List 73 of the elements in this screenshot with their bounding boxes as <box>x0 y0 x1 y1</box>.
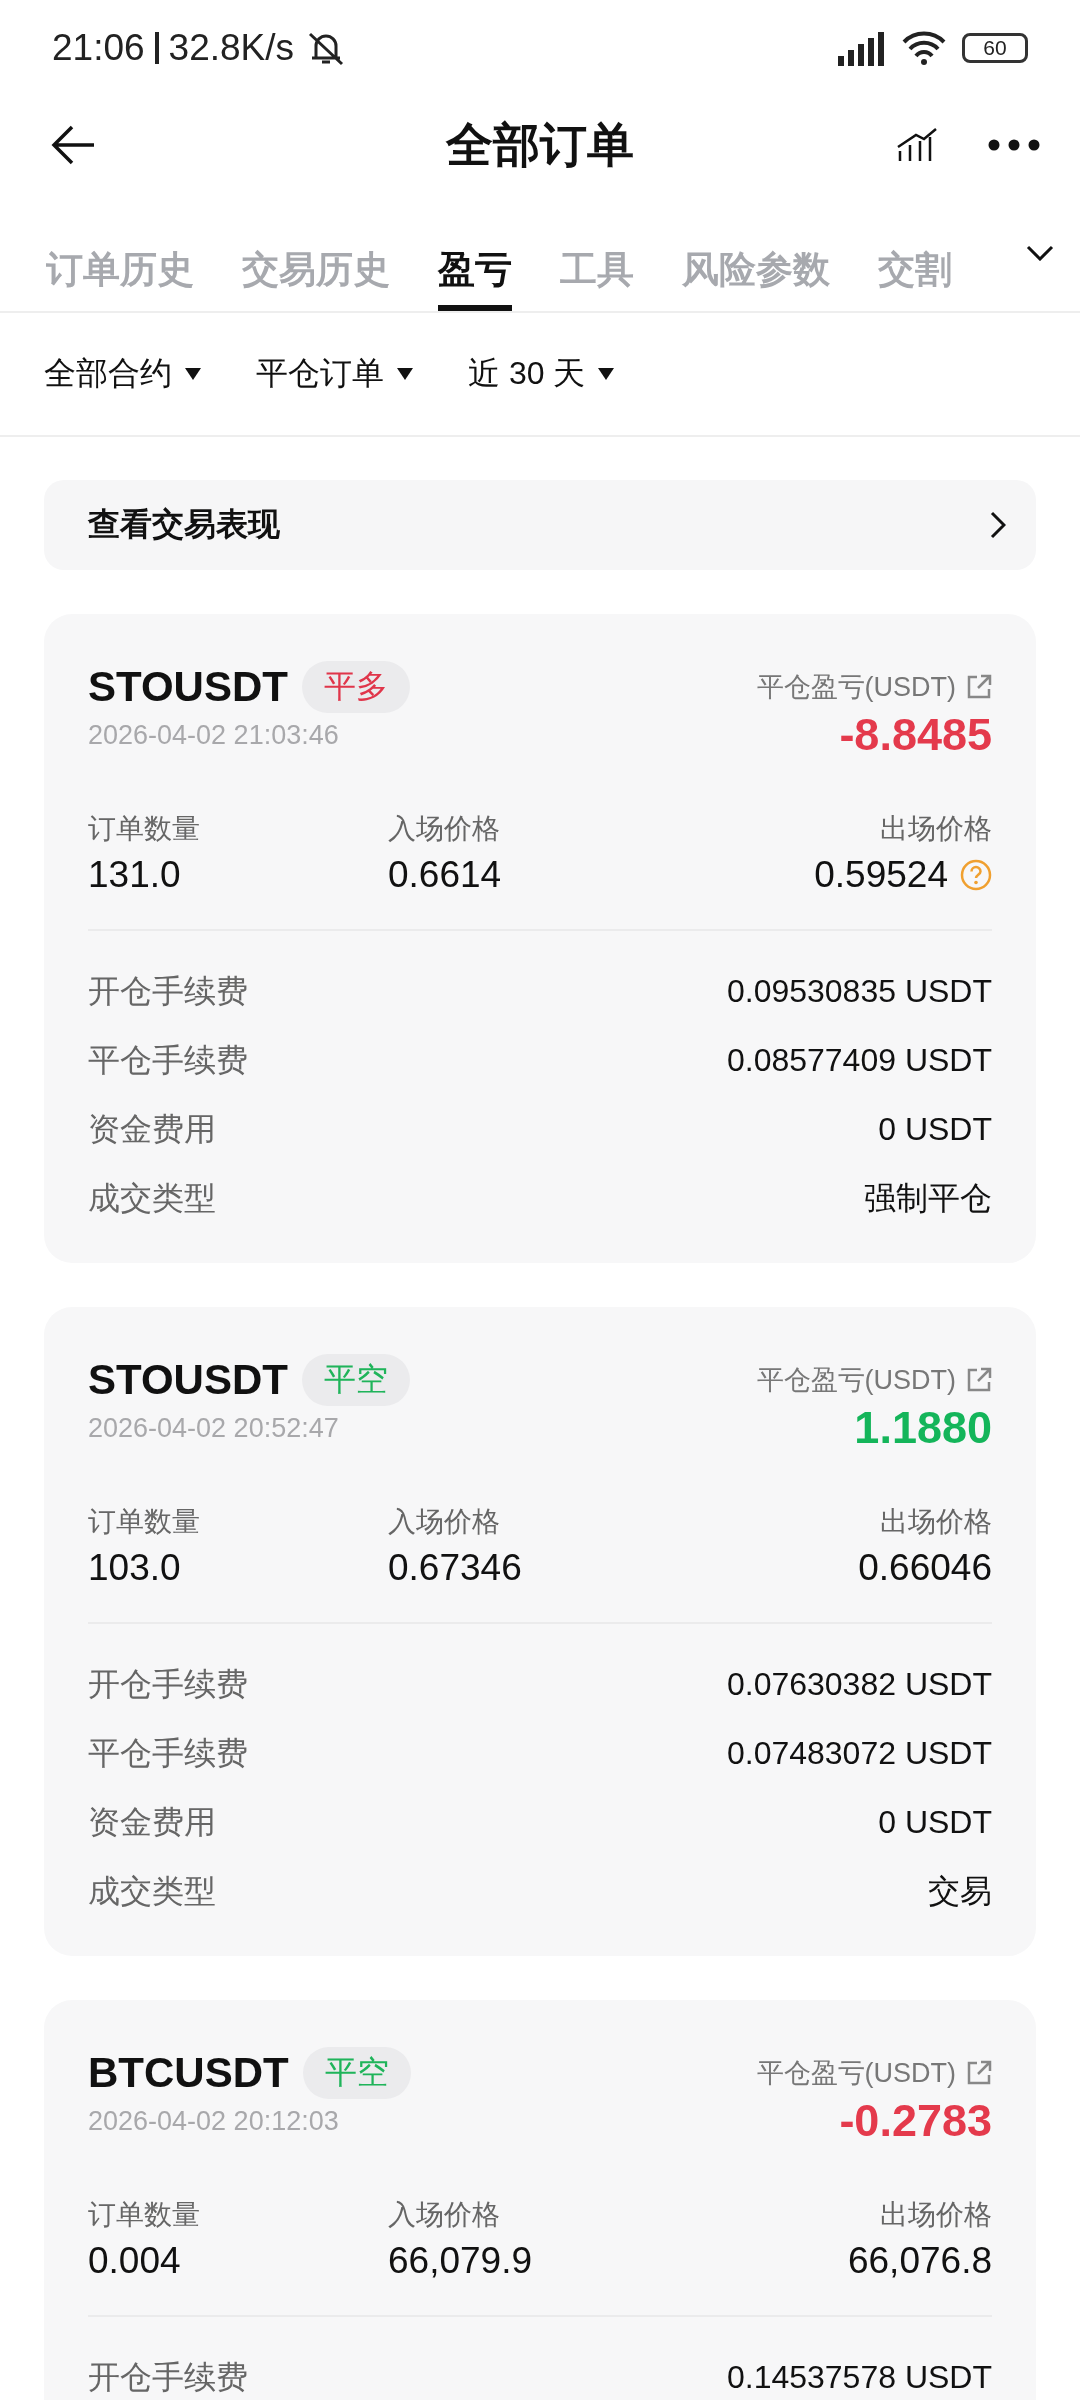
fee-value: 交易 <box>928 1871 992 1911</box>
field-label: 入场价格 <box>388 812 500 846</box>
filter-dropdown[interactable]: 全部合约 <box>44 352 202 396</box>
signal-icon <box>836 29 886 66</box>
symbol: STOUSDT <box>88 663 288 711</box>
field-value: 66,079.9 <box>388 2239 533 2283</box>
side-tag: 平空 <box>302 2047 411 2099</box>
caret-icon <box>184 367 202 381</box>
field-value: 0.66046 <box>858 1546 992 1590</box>
tab[interactable]: 盈亏 <box>438 245 512 311</box>
network-speed: 32.8K/s <box>168 26 295 69</box>
field-label: 出场价格 <box>880 2198 992 2232</box>
filter-dropdown[interactable]: 近 30 天 <box>468 352 616 396</box>
external-link-icon[interactable] <box>966 674 992 700</box>
fee-label: 平仓手续费 <box>88 1040 248 1080</box>
fee-label: 开仓手续费 <box>88 2357 248 2397</box>
fee-label: 资金费用 <box>88 1802 216 1842</box>
filter-dropdown[interactable]: 平仓订单 <box>256 352 414 396</box>
field-value: 66,076.8 <box>847 2239 992 2283</box>
fee-value: 0.07483072 USDT <box>726 1735 992 1772</box>
pnl-value: -0.2783 <box>839 2101 992 2141</box>
order-time: 2026-04-02 21:03:46 <box>88 719 340 752</box>
chevron-right-icon <box>990 511 1006 539</box>
fee-label: 成交类型 <box>88 1178 216 1218</box>
fee-value: 0 USDT <box>878 1804 992 1841</box>
symbol: BTCUSDT <box>88 2049 289 2097</box>
field-value: 131.0 <box>88 853 181 897</box>
field-value: 0.67346 <box>388 1546 522 1590</box>
pnl-label: 平仓盈亏(USDT) <box>756 1364 956 1397</box>
fee-label: 平仓手续费 <box>88 1733 248 1773</box>
order-time: 2026-04-02 20:52:47 <box>88 1412 340 1445</box>
fee-value: 强制平仓 <box>864 1178 992 1218</box>
external-link-icon[interactable] <box>966 2060 992 2086</box>
order-time: 2026-04-02 20:12:03 <box>88 2105 340 2138</box>
symbol: STOUSDT <box>88 1356 288 1404</box>
field-label: 出场价格 <box>880 1505 992 1539</box>
fee-value: 0 USDT <box>878 1111 992 1148</box>
field-label: 出场价格 <box>880 812 992 846</box>
fee-label: 开仓手续费 <box>88 971 248 1011</box>
pnl-value: -8.8485 <box>839 715 992 755</box>
battery-indicator: 60 <box>962 32 1028 63</box>
pnl-value: 1.1880 <box>854 1408 992 1448</box>
fee-label: 资金费用 <box>88 1109 216 1149</box>
field-label: 订单数量 <box>88 2198 200 2232</box>
fee-value: 0.08577409 USDT <box>726 1042 992 1079</box>
fee-value: 0.14537578 USDT <box>726 2359 992 2396</box>
chart-icon[interactable] <box>896 127 938 163</box>
pnl-label: 平仓盈亏(USDT) <box>756 2057 956 2090</box>
field-value: 0.004 <box>88 2239 181 2283</box>
back-arrow-icon[interactable] <box>50 125 96 165</box>
caret-icon <box>597 367 616 381</box>
field-value: 0.59524 <box>814 853 948 897</box>
performance-link[interactable]: 查看交易表现 <box>44 480 1036 570</box>
side-tag: 平多 <box>301 661 410 713</box>
side-tag: 平空 <box>301 1354 410 1406</box>
fee-label: 成交类型 <box>88 1871 216 1911</box>
wifi-icon <box>900 29 948 66</box>
field-label: 入场价格 <box>388 1505 500 1539</box>
fee-value: 0.07630382 USDT <box>726 1666 992 1703</box>
field-label: 订单数量 <box>88 1505 200 1539</box>
pnl-label: 平仓盈亏(USDT) <box>756 671 956 704</box>
fee-value: 0.09530835 USDT <box>726 973 992 1010</box>
status-time: 21:06 <box>52 26 145 69</box>
field-label: 入场价格 <box>388 2198 500 2232</box>
caret-icon <box>396 367 414 381</box>
page-title: 全部订单 <box>446 116 634 173</box>
chevron-down-icon[interactable] <box>1026 245 1054 261</box>
external-link-icon[interactable] <box>966 1367 992 1393</box>
fee-label: 开仓手续费 <box>88 1664 248 1704</box>
field-label: 订单数量 <box>88 812 200 846</box>
field-value: 0.6614 <box>388 853 502 897</box>
field-value: 103.0 <box>88 1546 181 1590</box>
more-icon[interactable] <box>988 139 1040 151</box>
